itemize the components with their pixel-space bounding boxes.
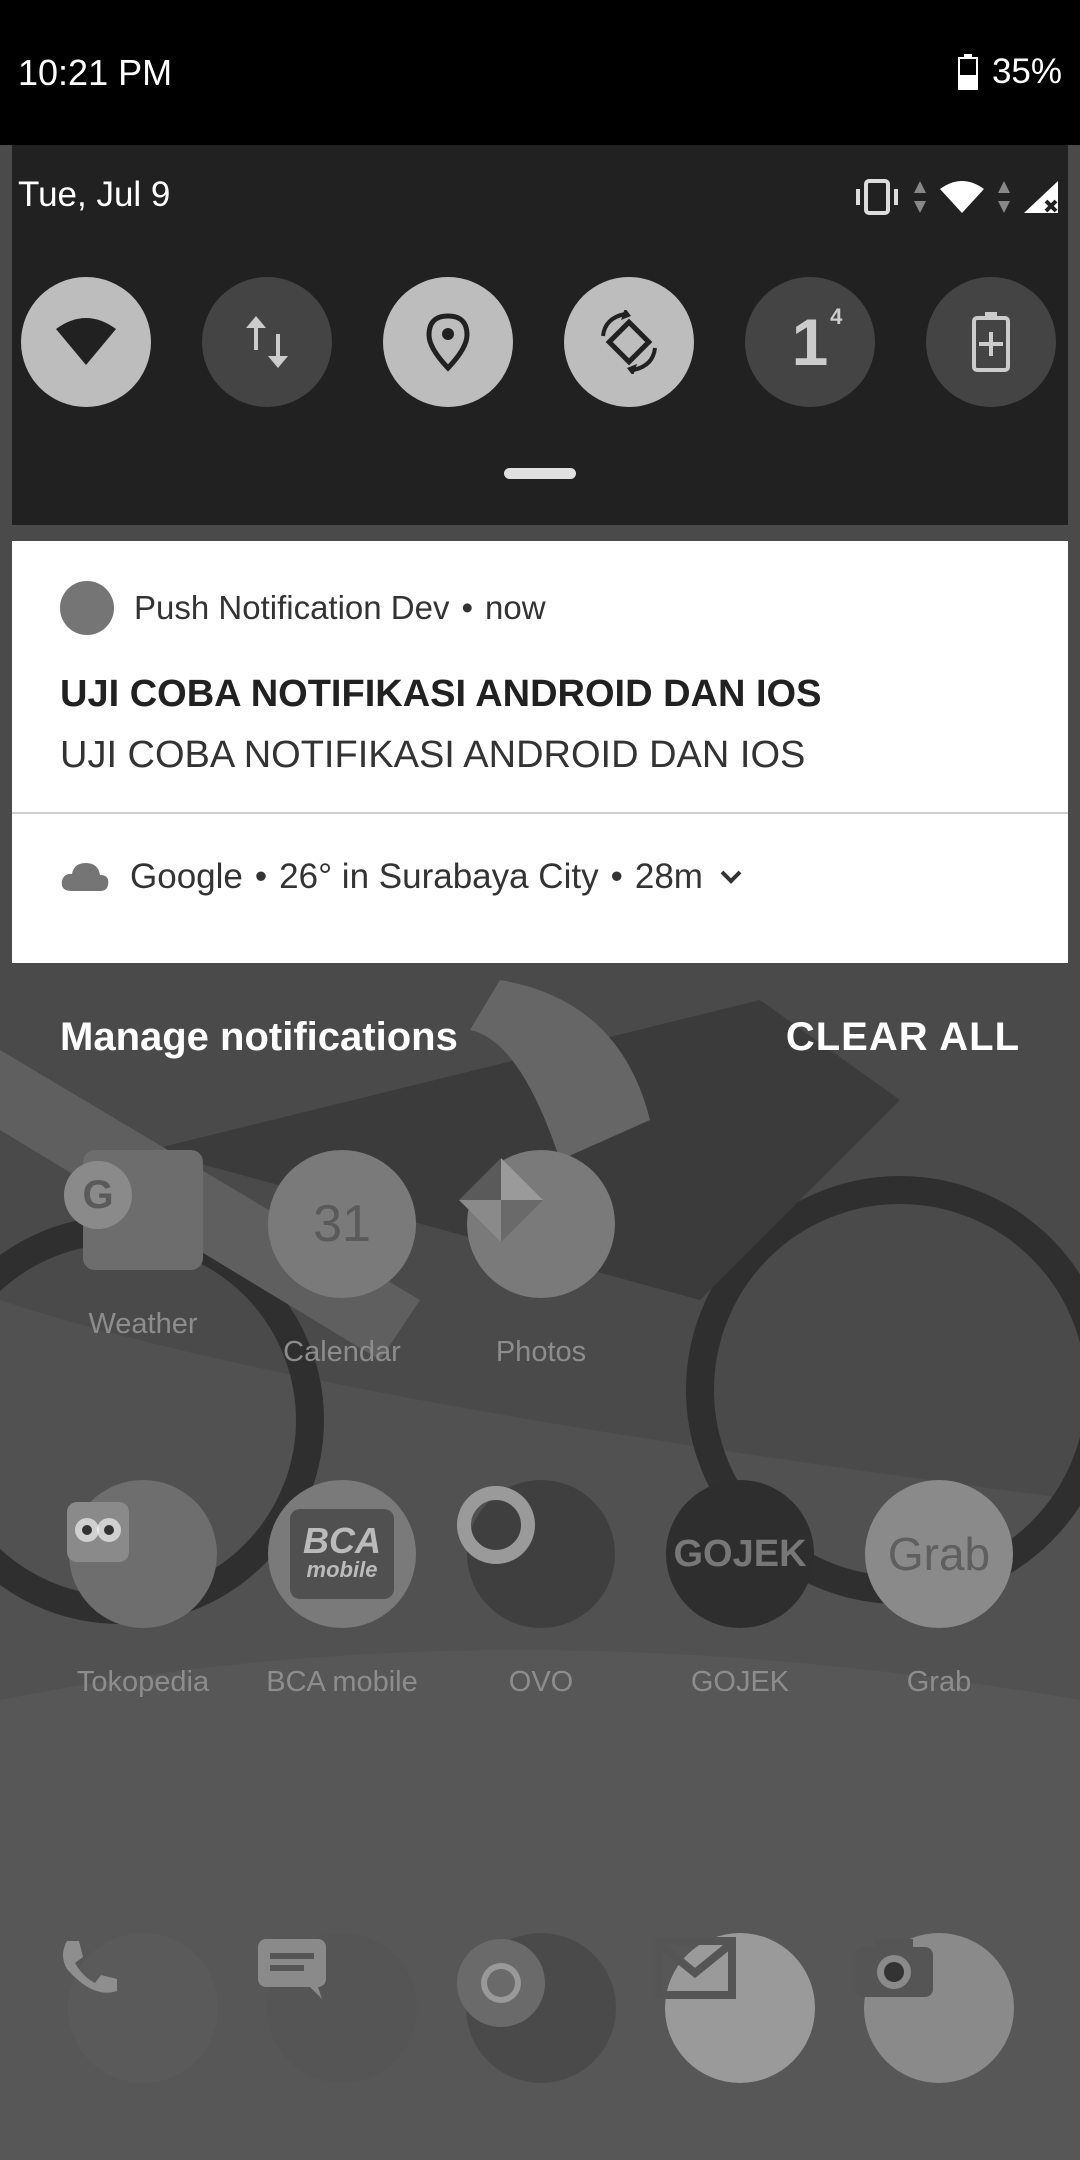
camera-icon xyxy=(855,1933,1014,2083)
vibrate-icon xyxy=(856,179,898,215)
sim-tile-number: 1 xyxy=(791,305,829,379)
battery-plus-icon xyxy=(972,312,1010,372)
gojek-icon: GOJEK xyxy=(666,1480,814,1628)
quick-settings-panel: Tue, Jul 9 1 4 xyxy=(12,145,1068,525)
weather-icon: G xyxy=(64,1150,203,1270)
separator-dot: • xyxy=(254,857,268,896)
clear-all-button[interactable]: CLEAR ALL xyxy=(786,1015,1020,1060)
app-label: Grab xyxy=(906,1666,972,1698)
app-label: Calendar xyxy=(283,1336,401,1368)
app-label: Weather xyxy=(88,1308,198,1340)
quick-settings-status-icons xyxy=(852,177,1062,217)
wifi-activity-icon xyxy=(998,181,1010,213)
dock-chrome[interactable] xyxy=(451,1933,631,2083)
tile-location[interactable] xyxy=(383,277,513,407)
wifi-signal-icon xyxy=(940,181,984,213)
dock-phone[interactable] xyxy=(53,1933,233,2083)
tile-mobile-data[interactable] xyxy=(202,277,332,407)
tile-sim[interactable]: 1 4 xyxy=(745,277,875,407)
notification-body[interactable]: UJI COBA NOTIFIKASI ANDROID DAN IOS xyxy=(60,734,805,777)
weather-app-name: Google xyxy=(130,857,243,896)
grab-app[interactable]: Grab Grab xyxy=(849,1480,1029,1699)
sim-1-icon: 1 4 xyxy=(791,304,843,380)
weather-notification[interactable]: Google • 26° in Surabaya City • 28m xyxy=(60,857,743,897)
weather-summary: 26° in Surabaya City xyxy=(279,857,599,896)
battery-percent: 35% xyxy=(991,52,1062,91)
notification-time: now xyxy=(485,589,546,626)
app-label: GOJEK xyxy=(690,1666,790,1698)
sim-tile-superscript: 4 xyxy=(830,304,843,329)
rotate-icon xyxy=(601,310,657,374)
weather-time: 28m xyxy=(634,857,703,896)
data-arrows-icon xyxy=(246,316,288,368)
status-bar: 10:21 PM 35% xyxy=(0,0,1080,145)
grab-icon: Grab xyxy=(865,1480,1013,1628)
tile-auto-rotate[interactable] xyxy=(564,277,694,407)
app-label: BCA mobile xyxy=(266,1666,418,1698)
notification-card: Push Notification Dev • now UJI COBA NOT… xyxy=(12,541,1068,963)
bca-mobile-app[interactable]: BCA mobile BCA mobile xyxy=(252,1480,432,1699)
app-label: OVO xyxy=(508,1666,574,1698)
wifi-icon xyxy=(56,318,116,365)
calendar-app[interactable]: 31 Calendar xyxy=(252,1150,432,1369)
notification-header[interactable]: Push Notification Dev • now xyxy=(60,581,546,635)
notification-app-name: Push Notification Dev xyxy=(134,589,450,626)
app-icon xyxy=(60,581,114,635)
gojek-logo-text: GOJEK xyxy=(673,1532,807,1575)
app-label: Tokopedia xyxy=(76,1666,210,1698)
weather-app[interactable]: G Weather xyxy=(53,1150,233,1341)
data-activity-icon xyxy=(914,181,926,213)
location-pin-icon xyxy=(426,313,470,372)
dock-gmail[interactable] xyxy=(650,1933,830,2083)
phone-icon xyxy=(63,1933,218,2083)
tokopedia-icon xyxy=(67,1480,217,1628)
tile-wifi[interactable] xyxy=(21,277,151,407)
dock-messages[interactable] xyxy=(252,1933,432,2083)
expand-chevron-icon[interactable] xyxy=(719,869,743,885)
battery-icon xyxy=(957,54,978,90)
status-clock: 10:21 PM xyxy=(18,52,173,93)
notification-title[interactable]: UJI COBA NOTIFIKASI ANDROID DAN IOS xyxy=(60,673,821,716)
photos-icon xyxy=(459,1150,615,1298)
ovo-icon xyxy=(457,1480,615,1628)
calendar-icon: 31 xyxy=(268,1150,416,1298)
chrome-icon xyxy=(457,1933,616,2083)
bca-logo-text: BCA xyxy=(303,1520,381,1561)
divider xyxy=(12,812,1068,814)
gmail-icon xyxy=(654,1933,815,2083)
cloud-icon xyxy=(61,863,109,891)
tile-battery-saver[interactable] xyxy=(926,277,1056,407)
battery-indicator: 35% xyxy=(957,52,1062,92)
grab-logo-text: Grab xyxy=(887,1528,991,1580)
calendar-date: 31 xyxy=(313,1195,371,1253)
photos-app[interactable]: Photos xyxy=(451,1150,631,1369)
drag-handle[interactable] xyxy=(504,468,576,479)
app-label: Photos xyxy=(495,1336,587,1368)
quick-settings-date[interactable]: Tue, Jul 9 xyxy=(18,175,170,215)
gojek-app[interactable]: GOJEK GOJEK xyxy=(650,1480,830,1699)
messages-icon xyxy=(258,1933,417,2083)
separator-dot: • xyxy=(610,857,623,896)
bca-mobile-icon: BCA mobile xyxy=(268,1480,416,1628)
bca-logo-subtext: mobile xyxy=(306,1557,378,1582)
tokopedia-app[interactable]: Tokopedia xyxy=(53,1480,233,1699)
ovo-app[interactable]: OVO xyxy=(451,1480,631,1699)
separator-dot: • xyxy=(461,589,474,626)
manage-notifications-button[interactable]: Manage notifications xyxy=(60,1015,458,1060)
dock-camera[interactable] xyxy=(849,1933,1029,2083)
svg-text:G: G xyxy=(82,1173,113,1217)
cell-signal-no-sim-icon xyxy=(1024,181,1058,213)
